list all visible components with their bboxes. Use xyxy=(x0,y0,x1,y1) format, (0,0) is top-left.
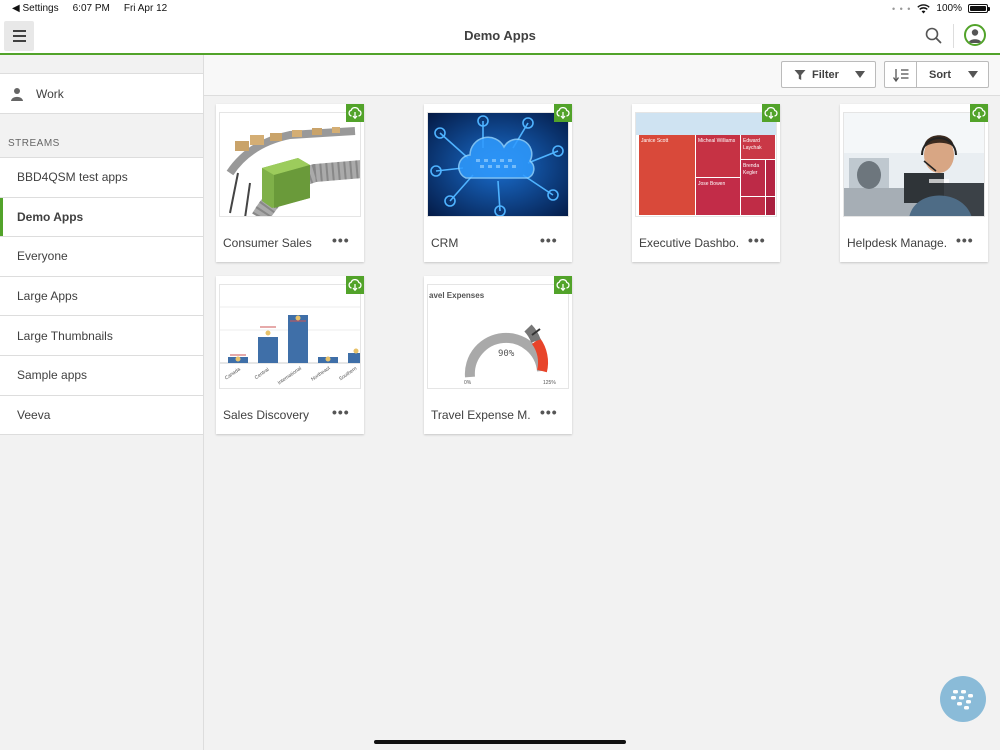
offline-download-button[interactable] xyxy=(346,104,364,122)
treemap-label: Micheal Williams xyxy=(698,138,736,144)
app-name: Sales Discovery xyxy=(223,408,310,422)
chevron-down-icon xyxy=(855,71,865,78)
more-options-button[interactable]: ••• xyxy=(956,232,974,248)
app-name: Consumer Sales xyxy=(223,236,312,250)
offline-download-button[interactable] xyxy=(554,276,572,294)
profile-button[interactable] xyxy=(964,24,986,46)
app-thumbnail: Canada Central International Northeast S… xyxy=(219,284,361,389)
more-options-button[interactable]: ••• xyxy=(332,404,350,420)
app-thumbnail: avel Expenses 90% 0% 125% xyxy=(427,284,569,389)
app-thumbnail xyxy=(427,112,569,217)
stream-list: BBD4QSM test apps Demo Apps Everyone Lar… xyxy=(0,157,203,436)
app-name: Travel Expense M... xyxy=(431,408,531,422)
person-icon xyxy=(11,87,23,101)
header-divider xyxy=(953,24,954,48)
more-options-button[interactable]: ••• xyxy=(540,232,558,248)
status-date: Fri Apr 12 xyxy=(123,3,168,14)
offline-download-button[interactable] xyxy=(346,276,364,294)
home-indicator[interactable] xyxy=(374,740,626,744)
app-thumbnail xyxy=(219,112,361,217)
app-name: Helpdesk Manage... xyxy=(847,236,947,250)
treemap-label: Jose Bowen xyxy=(698,181,726,187)
streams-heading: STREAMS xyxy=(8,138,60,149)
sidebar: Work STREAMS BBD4QSM test apps Demo Apps… xyxy=(0,55,204,750)
sidebar-item-large-thumbnails[interactable]: Large Thumbnails xyxy=(0,316,203,356)
sidebar-item-everyone[interactable]: Everyone xyxy=(0,237,203,277)
sort-order-icon xyxy=(892,68,908,82)
search-button[interactable] xyxy=(923,25,945,47)
more-options-button[interactable]: ••• xyxy=(540,404,558,420)
search-icon xyxy=(925,27,942,44)
sidebar-item-sample-apps[interactable]: Sample apps xyxy=(0,356,203,396)
battery-percent: 100% xyxy=(936,3,962,14)
sidebar-item-work[interactable]: Work xyxy=(0,73,203,114)
app-card-crm[interactable]: CRM ••• xyxy=(424,104,572,262)
cloud-download-icon xyxy=(556,107,570,119)
more-options-button[interactable]: ••• xyxy=(748,232,766,248)
cloud-download-icon xyxy=(348,107,362,119)
app-thumbnail xyxy=(843,112,985,217)
sort-control[interactable]: Sort xyxy=(884,61,989,88)
sidebar-item-bbd4qsm-test-apps[interactable]: BBD4QSM test apps xyxy=(0,158,203,198)
app-card-travel-expense-management[interactable]: avel Expenses 90% 0% 125% Travel Expense… xyxy=(424,276,572,434)
app-card-executive-dashboard[interactable]: Janice Scott Micheal Williams Edward Lay… xyxy=(632,104,780,262)
sidebar-item-veeva[interactable]: Veeva xyxy=(0,396,203,436)
cloud-download-icon xyxy=(972,107,986,119)
gauge-max-label: 125% xyxy=(543,380,556,386)
app-name: Executive Dashbo... xyxy=(639,236,739,250)
treemap-label: Edward Laychak xyxy=(743,138,762,151)
app-card-helpdesk-management[interactable]: Helpdesk Manage... ••• xyxy=(840,104,988,262)
offline-download-button[interactable] xyxy=(970,104,988,122)
toolbar: Filter Sort xyxy=(204,55,1000,96)
sidebar-item-demo-apps[interactable]: Demo Apps xyxy=(0,197,203,238)
offline-download-button[interactable] xyxy=(554,104,572,122)
chevron-down-icon xyxy=(968,71,978,78)
filter-button[interactable]: Filter xyxy=(781,61,876,88)
cloud-download-icon xyxy=(764,107,778,119)
status-bar: ◀ Settings 6:07 PM Fri Apr 12 • • • 100% xyxy=(0,0,1000,18)
filter-label: Filter xyxy=(812,68,839,81)
treemap-label: Brenda Kegler xyxy=(743,163,760,176)
sidebar-item-label: Work xyxy=(36,86,64,101)
gauge-min-label: 0% xyxy=(464,380,472,386)
gauge-value: 90% xyxy=(498,349,515,359)
multitasking-dots-icon: • • • xyxy=(891,3,912,14)
cloud-download-icon xyxy=(348,279,362,291)
blackberry-launcher-button[interactable] xyxy=(940,676,986,722)
sort-dropdown[interactable]: Sort xyxy=(917,62,951,87)
cloud-download-icon xyxy=(556,279,570,291)
sidebar-item-large-apps[interactable]: Large Apps xyxy=(0,277,203,317)
sort-direction-button[interactable] xyxy=(885,62,917,87)
user-avatar-icon xyxy=(968,29,982,43)
app-name: CRM xyxy=(431,236,459,250)
blackberry-icon xyxy=(951,690,973,710)
battery-icon xyxy=(968,4,990,13)
offline-download-button[interactable] xyxy=(762,104,780,122)
app-header: Demo Apps xyxy=(0,18,1000,55)
more-options-button[interactable]: ••• xyxy=(332,232,350,248)
filter-icon xyxy=(794,69,806,80)
wifi-icon xyxy=(917,3,931,13)
app-thumbnail: Janice Scott Micheal Williams Edward Lay… xyxy=(635,112,777,217)
treemap-label: Janice Scott xyxy=(641,138,669,144)
app-card-consumer-sales[interactable]: Consumer Sales ••• xyxy=(216,104,364,262)
app-card-sales-discovery[interactable]: Canada Central International Northeast S… xyxy=(216,276,364,434)
back-to-settings-link[interactable]: ◀ Settings xyxy=(12,3,59,14)
status-time: 6:07 PM xyxy=(72,3,110,14)
page-title: Demo Apps xyxy=(464,28,536,43)
